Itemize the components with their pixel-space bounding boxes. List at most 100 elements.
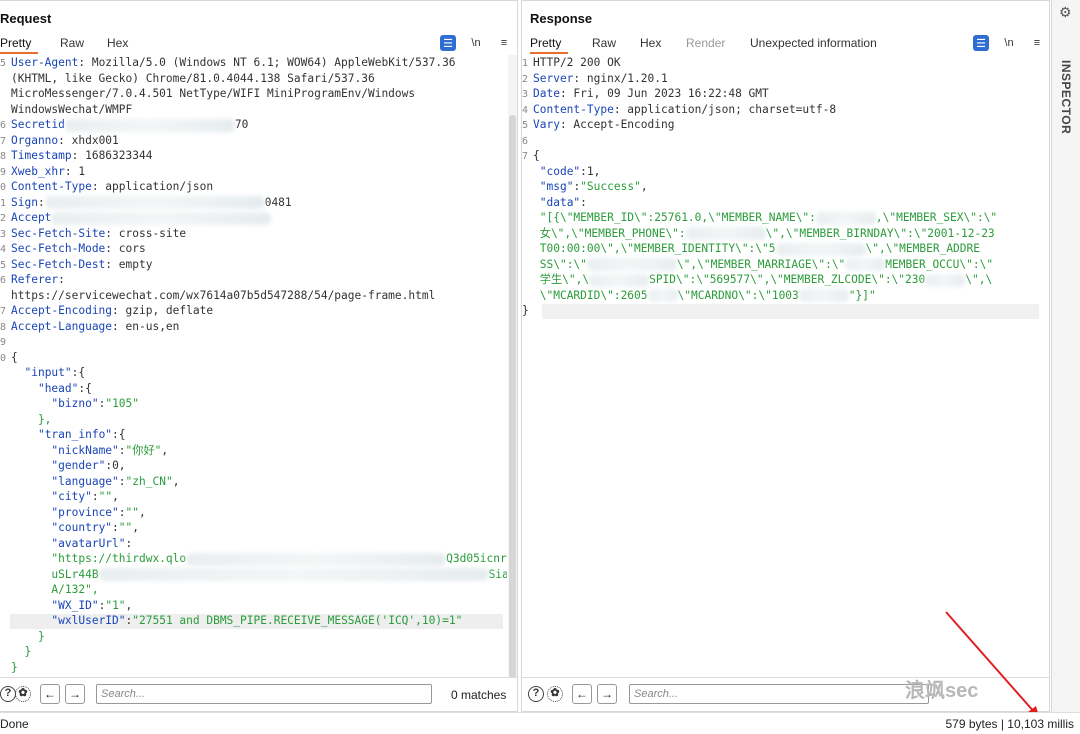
json-key: "head": [37, 381, 79, 395]
response-size-time: 579 bytes | 10,103 millis: [945, 717, 1074, 731]
pretty-print-icon[interactable]: ☰: [973, 35, 989, 51]
response-json-line: "code":1,: [533, 164, 601, 180]
line-number: 3: [522, 89, 529, 100]
header-value: : gzip, deflate: [112, 304, 214, 317]
json-key: "WX_ID": [51, 598, 99, 612]
newline-toggle-icon[interactable]: \n: [1001, 35, 1017, 51]
header-value-tail: 70: [234, 118, 249, 131]
search-next-button[interactable]: →: [597, 684, 617, 704]
settings-gear-icon[interactable]: ✿: [547, 686, 563, 702]
response-tab-hex[interactable]: Hex: [640, 34, 661, 54]
header-value: : cross-site: [105, 226, 187, 240]
json-key: "country": [51, 521, 113, 534]
response-tab-raw[interactable]: Raw: [592, 34, 616, 54]
header-name: Sec-Fetch-Dest: [11, 257, 106, 271]
request-search-input[interactable]: Search...: [96, 684, 432, 704]
line-number: 2: [522, 73, 529, 85]
burp-repeater-window: Request Pretty Raw Hex ☰ \n ≡ 5 User-Agen…: [0, 0, 1080, 734]
header-name: Xweb_xhr: [11, 164, 65, 178]
header-value: {: [11, 350, 18, 364]
json-string: \",\: [965, 273, 993, 286]
json-string: }: [11, 629, 45, 643]
json-key: "wxlUserID": [51, 614, 126, 627]
json-string: "}]": [848, 288, 876, 302]
request-line: 6 Secretid 70: [0, 117, 248, 134]
redacted-blur: [186, 552, 447, 566]
json-key: "avatarUrl": [51, 536, 126, 550]
line-number: 8: [0, 151, 7, 162]
newline-toggle-icon[interactable]: \n: [468, 35, 484, 51]
header-name: User-Agent: [11, 56, 79, 69]
help-icon[interactable]: ?: [0, 686, 16, 702]
line-number: 0: [0, 352, 7, 364]
redacted-blur: [647, 289, 678, 302]
response-line: 5 Vary: Accept-Encoding: [522, 117, 674, 134]
redacted-blur: [925, 273, 966, 287]
header-name: Accept-Language: [11, 319, 113, 333]
request-json-line: "language":"zh_CN",: [51, 474, 180, 488]
request-json-line: "head":{: [37, 381, 92, 395]
request-json-line: "wxlUserID":"27551 and DBMS_PIPE.RECEIVE…: [51, 614, 463, 627]
request-tab-pretty[interactable]: Pretty: [0, 34, 38, 54]
json-string: \"MCARDNO\":\"1003: [677, 288, 799, 302]
response-tab-pretty[interactable]: Pretty: [530, 34, 568, 54]
json-string: MEMBER_OCCU\":\": [885, 257, 994, 271]
request-json-line: "avatarUrl":: [51, 536, 133, 550]
response-json-line: \"MCARDID\":2605 \"MCARDNO\":\"1003 "}]": [533, 288, 876, 304]
response-tab-unexpected-information[interactable]: Unexpected information: [750, 34, 877, 54]
search-prev-button[interactable]: ←: [572, 684, 592, 704]
json-key: "nickName": [51, 443, 119, 457]
response-tab-render[interactable]: Render: [686, 34, 725, 54]
request-tab-hex[interactable]: Hex: [107, 34, 128, 54]
request-scrollbar[interactable]: [508, 55, 517, 715]
response-search-input[interactable]: Search...: [629, 684, 929, 704]
request-title: Request: [0, 11, 52, 26]
redacted-blur: [44, 196, 265, 209]
json-key: "code": [539, 164, 581, 178]
line-number: 5: [0, 58, 7, 69]
menu-icon[interactable]: ≡: [496, 35, 512, 51]
request-json-line: "country":"",: [51, 521, 140, 534]
json-string: SS\":\": [539, 257, 587, 271]
request-line: 8 Timestamp: 1686323344: [0, 148, 152, 165]
json-string: 女\",\"MEMBER_PHONE\":: [539, 226, 686, 240]
header-name: Accept-Encoding: [11, 304, 113, 317]
request-line: MicroMessenger/7.0.4.501 NetType/WIFI Mi…: [0, 86, 415, 102]
search-next-button[interactable]: →: [65, 684, 85, 704]
request-line: 9 Xweb_xhr: 1: [0, 164, 85, 181]
request-scroll-thumb[interactable]: [509, 115, 516, 715]
search-prev-button[interactable]: ←: [40, 684, 60, 704]
response-tabs: Pretty Raw Hex Render Unexpected informa…: [522, 34, 1049, 54]
json-string: }: [11, 645, 32, 658]
inspector-tab[interactable]: INSPECTOR: [1059, 60, 1073, 134]
request-search-bar: ? ✿ ← → Search... 0 matches: [0, 677, 517, 711]
json-string: "https://thirdwx.qlo: [11, 552, 187, 565]
help-icon[interactable]: ?: [528, 686, 544, 702]
json-value: :1,: [580, 164, 601, 178]
json-string: "1": [105, 598, 126, 612]
pretty-print-icon[interactable]: ☰: [440, 35, 456, 51]
json-string: "[{\"MEMBER_ID\":25761.0,\"MEMBER_NAME\"…: [539, 211, 816, 224]
header-value: : empty: [105, 257, 153, 271]
settings-gear-icon[interactable]: ✿: [15, 686, 31, 702]
request-editor[interactable]: 5 User-Agent: Mozilla/5.0 (Windows NT 6.1…: [0, 55, 507, 677]
request-json-line: "https://thirdwx.qlo Q3d05icnr1BAdthHlml4: [0, 551, 507, 567]
gear-icon[interactable]: ⚙: [1059, 4, 1072, 21]
json-string: \"MCARDID\":2605: [539, 288, 648, 302]
json-string: "": [118, 521, 133, 534]
header-value: (KHTML, like Gecko) Chrome/81.0.4044.138…: [11, 71, 375, 85]
response-editor[interactable]: 1 HTTP/2 200 OK 2 Server: nginx/1.20.1 3 Date…: [522, 55, 1039, 677]
menu-icon[interactable]: ≡: [1029, 35, 1045, 51]
request-line: 2 Accept: [0, 210, 272, 227]
redacted-blur: [815, 211, 876, 225]
redacted-blur: [586, 258, 677, 271]
header-value: :: [37, 195, 45, 209]
json-key: "language": [51, 474, 119, 488]
request-tab-raw[interactable]: Raw: [60, 34, 84, 54]
response-line: 4 Content-Type: application/json; charset…: [522, 102, 836, 119]
request-json-line: "nickName":"你好",: [51, 443, 169, 457]
watermark-text: 浪飒sec: [905, 680, 979, 702]
header-value: : xhdx001: [58, 133, 119, 147]
request-line: (KHTML, like Gecko) Chrome/81.0.4044.138…: [0, 71, 375, 87]
header-name: Date: [533, 87, 560, 100]
